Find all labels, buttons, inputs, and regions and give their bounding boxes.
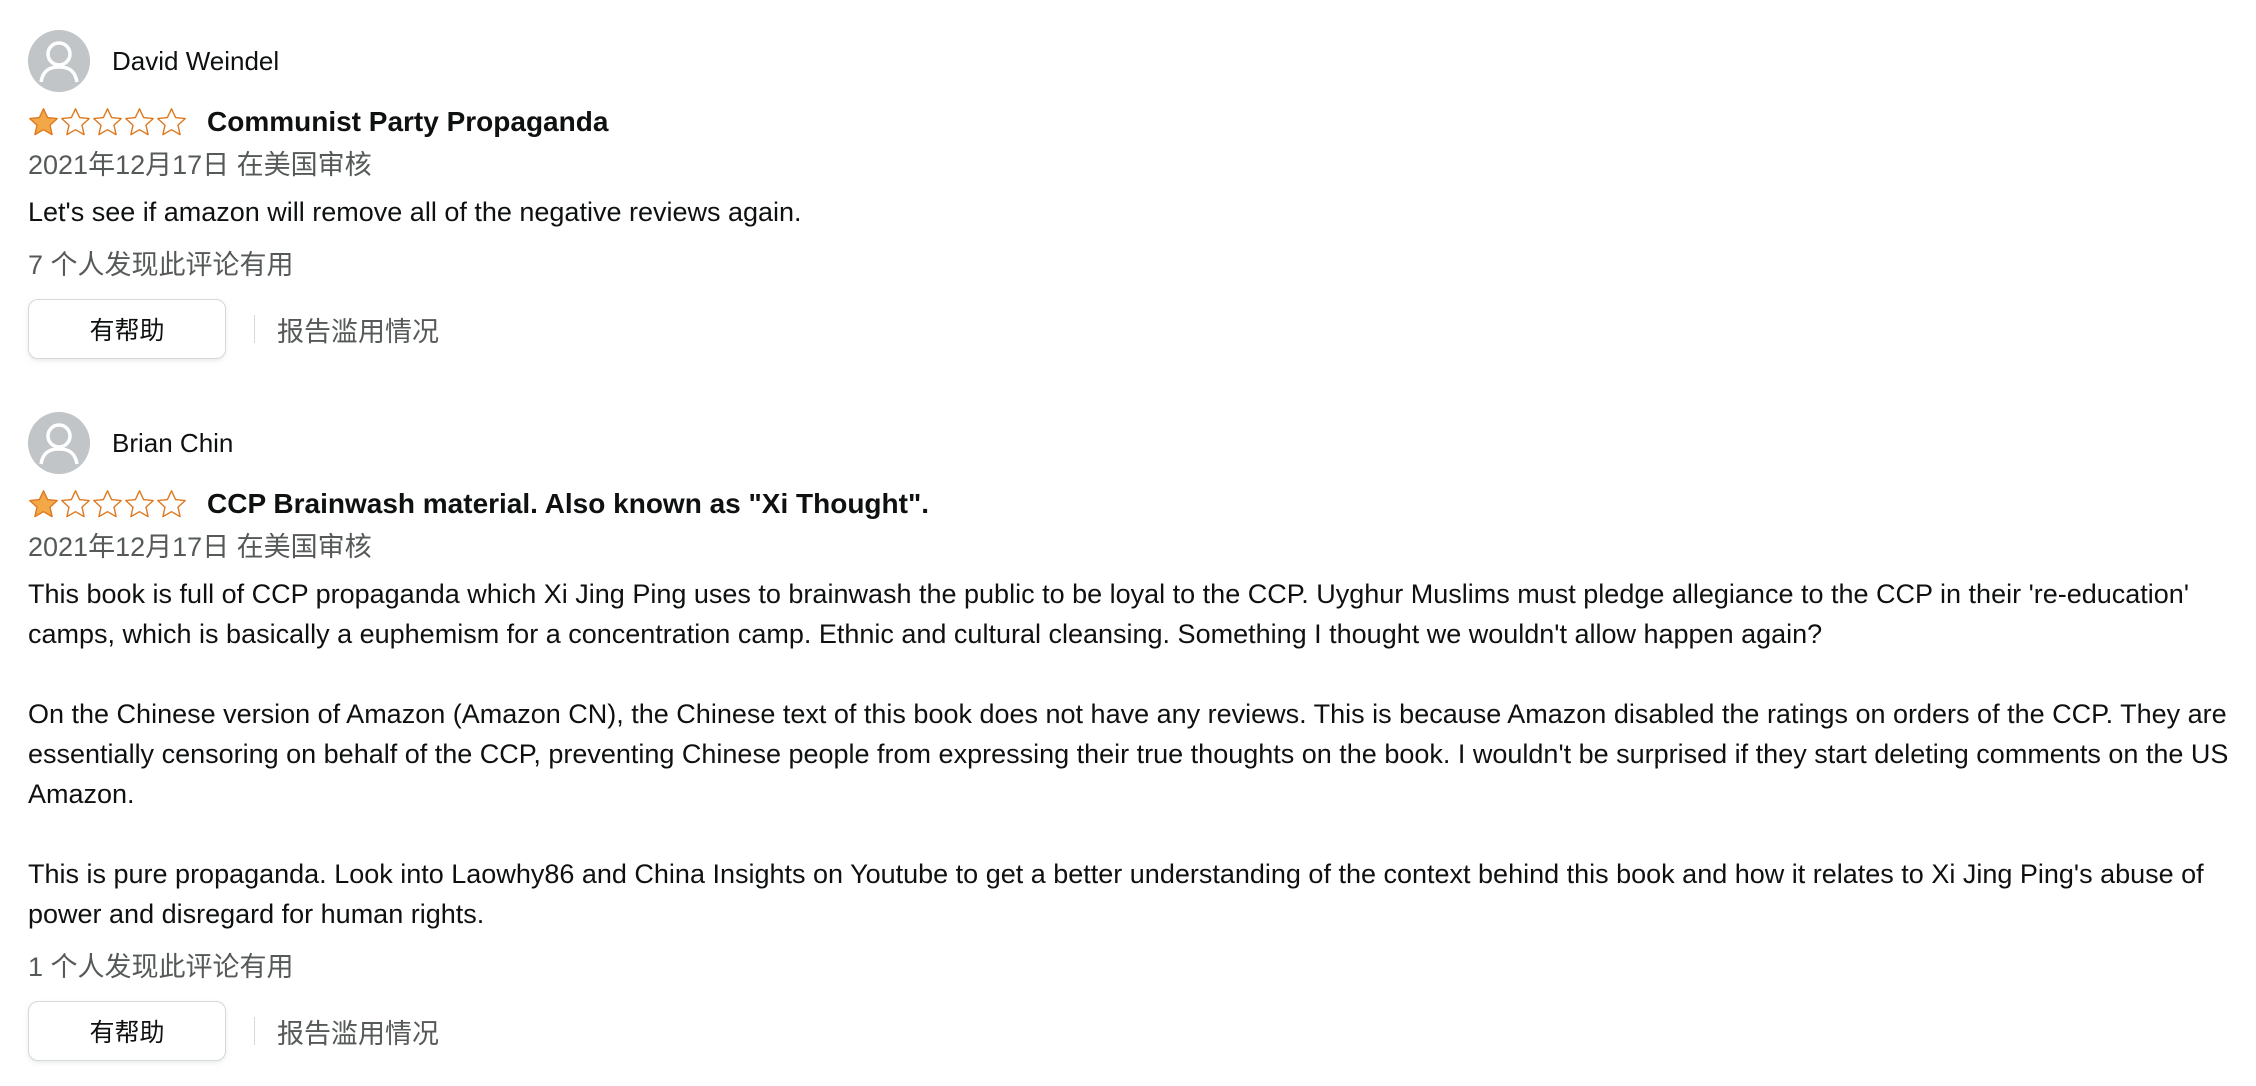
user-silhouette-icon [28,30,90,92]
review-paragraph: This is pure propaganda. Look into Laowh… [28,859,2204,929]
review-card: David Weindel Communist Party Propaganda… [28,30,2238,360]
star-empty-icon [125,489,154,517]
helpful-button[interactable]: 有帮助 [28,1001,226,1061]
avatar[interactable] [28,30,90,92]
review-title[interactable]: CCP Brainwash material. Also known as "X… [207,488,929,520]
star-filled-icon [29,489,58,517]
star-empty-icon [93,107,122,135]
star-empty-icon [125,107,154,135]
user-silhouette-icon [28,412,90,474]
report-abuse-link[interactable]: 报告滥用情况 [277,1012,439,1051]
helpful-count: 1 个人发现此评论有用 [28,952,294,982]
helpful-count: 7 个人发现此评论有用 [28,250,294,280]
report-abuse-link[interactable]: 报告滥用情况 [277,310,439,349]
review-card: Brian Chin CCP Brainwash material. Also … [28,412,2238,1062]
review-date: 2021年12月17日 在美国审核 [28,532,372,562]
avatar[interactable] [28,412,90,474]
star-empty-icon [157,107,186,135]
review-paragraph: This book is full of CCP propaganda whic… [28,579,2189,649]
reviewer-name[interactable]: Brian Chin [112,428,233,459]
review-title[interactable]: Communist Party Propaganda [207,106,608,138]
star-empty-icon [61,489,90,517]
star-empty-icon [157,489,186,517]
review-paragraph: Let's see if amazon will remove all of t… [28,197,802,227]
review-date: 2021年12月17日 在美国审核 [28,150,372,180]
reviewer-profile[interactable]: Brian Chin [28,412,2238,474]
star-rating[interactable] [28,105,188,139]
review-paragraph: On the Chinese version of Amazon (Amazon… [28,699,2229,809]
star-rating[interactable] [28,487,188,521]
review-body: This book is full of CCP propaganda whic… [28,574,2238,934]
divider [254,1017,255,1045]
star-empty-icon [93,489,122,517]
helpful-button[interactable]: 有帮助 [28,299,226,359]
star-filled-icon [29,107,58,135]
review-body: Let's see if amazon will remove all of t… [28,192,2238,232]
star-empty-icon [61,107,90,135]
reviewer-name[interactable]: David Weindel [112,46,279,77]
divider [254,315,255,343]
reviewer-profile[interactable]: David Weindel [28,30,2238,92]
